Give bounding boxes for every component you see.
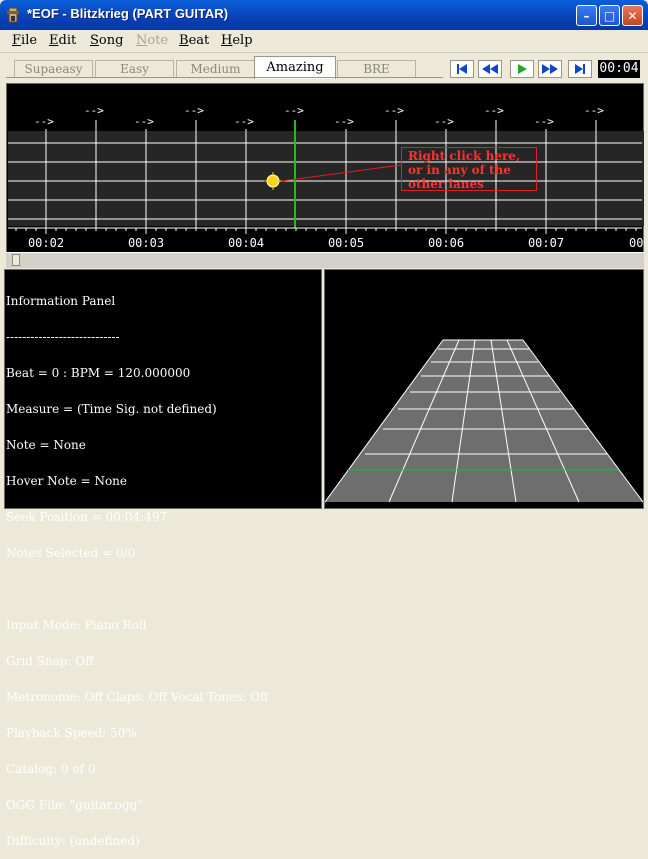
information-panel-text: Information Panel ----------------------… (6, 271, 321, 859)
beat-marker[interactable]: --> (34, 115, 54, 128)
timeline-label: 00:06 (427, 236, 465, 250)
rewind-button[interactable] (478, 60, 502, 78)
tab-supaeasy[interactable]: Supaeasy (14, 60, 93, 77)
note-marker (264, 172, 282, 190)
app-icon[interactable] (6, 7, 20, 23)
timeline-label: 00:04 (227, 236, 265, 250)
info-separator: ---------------------------- (6, 330, 120, 344)
fast-forward-button[interactable] (538, 60, 562, 78)
maximize-icon: □ (603, 9, 616, 23)
close-icon: ✕ (627, 9, 638, 23)
time-display: 00:04 (598, 60, 640, 78)
timeline-label: 00:02 (27, 236, 65, 250)
info-line-catalog: Catalog: 0 of 0 (6, 762, 96, 776)
menu-note[interactable]: Note (136, 33, 168, 48)
skip-to-start-button[interactable] (450, 60, 474, 78)
timeline-label: 00:07 (527, 236, 565, 250)
info-line-notes-selected: Notes Selected = 0/0 (6, 546, 136, 560)
tab-easy[interactable]: Easy (95, 60, 174, 77)
info-line-blank (6, 583, 321, 595)
info-line-beat: Beat = 0 : BPM = 120.000000 (6, 366, 191, 380)
scrollbar-thumb[interactable] (12, 254, 20, 266)
skip-to-start-icon (457, 64, 467, 74)
beat-marker[interactable]: --> (534, 115, 554, 128)
tab-amazing[interactable]: Amazing (254, 56, 336, 79)
play-button[interactable] (510, 60, 534, 78)
tab-bre[interactable]: BRE (337, 60, 416, 77)
menu-help[interactable]: Help (221, 33, 253, 48)
3d-fretboard-preview (325, 339, 643, 503)
info-line-input-mode: Input Mode: Piano Roll (6, 618, 147, 632)
timeline-label: 00 (629, 236, 644, 250)
skip-to-end-icon (575, 64, 585, 74)
beat-marker[interactable]: --> (434, 115, 454, 128)
info-line-measure: Measure = (Time Sig. not defined) (6, 402, 217, 416)
lane-lines (8, 142, 642, 220)
beat-marker[interactable]: --> (134, 115, 154, 128)
play-icon (518, 64, 527, 74)
beat-marker[interactable]: --> (234, 115, 254, 128)
window-title: *EOF - Blitzkrieg (PART GUITAR) (27, 6, 229, 21)
skip-to-end-button[interactable] (568, 60, 592, 78)
menu-edit[interactable]: Edit (49, 33, 76, 48)
callout-pointer (281, 164, 402, 182)
beat-marker[interactable]: --> (484, 104, 504, 117)
ruler-ticks (15, 228, 637, 234)
info-line-difficulty: Difficulty: (undefined) (6, 834, 140, 848)
timeline-label: 00:03 (127, 236, 165, 250)
help-callout: Right click here, or in any of the other… (401, 147, 537, 191)
menu-song[interactable]: Song (90, 33, 123, 48)
close-button[interactable]: ✕ (622, 5, 643, 26)
beat-marker[interactable]: --> (584, 104, 604, 117)
menu-file[interactable]: File (12, 33, 37, 48)
fast-forward-icon (542, 64, 558, 74)
minimize-icon: – (583, 9, 590, 23)
info-line-playback-speed: Playback Speed: 50% (6, 726, 137, 740)
info-line-note: Note = None (6, 438, 86, 452)
timeline-scrollbar[interactable] (6, 252, 644, 268)
tabs-divider (6, 77, 443, 78)
rewind-icon (482, 64, 498, 74)
minimize-button[interactable]: – (576, 5, 597, 26)
info-heading: Information Panel (6, 294, 116, 308)
info-line-grid-snap: Grid Snap: Off (6, 654, 94, 668)
info-line-metronome: Metronome: Off Claps: Off Vocal Tones: O… (6, 690, 269, 704)
maximize-button[interactable]: □ (599, 5, 620, 26)
beat-marker[interactable]: --> (384, 104, 404, 117)
info-line-hover-note: Hover Note = None (6, 474, 128, 488)
fretboard-surface (325, 340, 643, 502)
timeline-label: 00:05 (327, 236, 365, 250)
menu-beat[interactable]: Beat (179, 33, 209, 48)
beat-marker[interactable]: --> (84, 104, 104, 117)
tab-medium[interactable]: Medium (176, 60, 255, 77)
info-line-ogg-file: OGG File: "guitar.ogg" (6, 798, 143, 812)
beat-marker[interactable]: --> (334, 115, 354, 128)
beat-marker[interactable]: --> (184, 104, 204, 117)
beat-marker[interactable]: --> (284, 104, 304, 117)
